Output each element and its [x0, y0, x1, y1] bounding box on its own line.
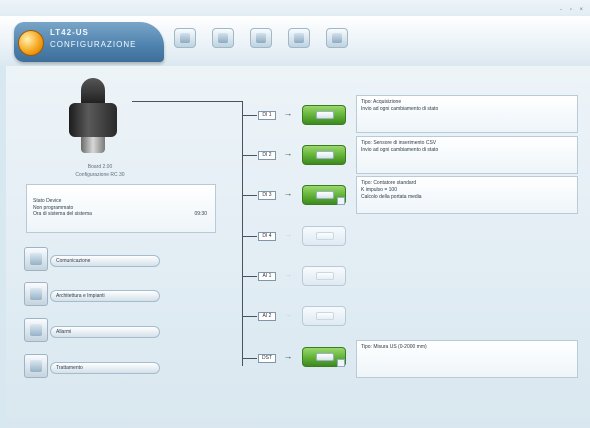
toggle-icon — [316, 111, 334, 119]
channel-module[interactable] — [302, 226, 346, 246]
device-status-box: Stato Device Non programmato Ora di sist… — [26, 184, 216, 233]
info-line: Tipo: Sensore di inserimento CSV — [361, 140, 437, 146]
arrow-right-icon: → — [283, 269, 293, 279]
arrow-right-icon: → — [283, 148, 293, 158]
open-icon[interactable] — [174, 28, 196, 48]
channel-module[interactable] — [302, 347, 346, 367]
nav-label[interactable]: Architettura e Impianti — [50, 290, 160, 302]
nav-label[interactable]: Comunicazione — [50, 255, 160, 267]
channel-module[interactable] — [302, 266, 346, 286]
treatment-icon — [24, 354, 48, 378]
nav-alarms[interactable]: Allarmi — [24, 318, 160, 342]
channel-info: Tipo: Misura US (0-2000 mm) — [356, 340, 578, 378]
toolbar — [174, 24, 374, 54]
channel-info: Tipo: Contatore standard K impulso = 100… — [356, 176, 578, 214]
channel-label: DI 2 — [258, 151, 276, 160]
info-line: K impulso = 100 — [361, 187, 397, 193]
status-line: Stato Device — [33, 198, 62, 204]
nav-label[interactable]: Allarmi — [50, 326, 160, 338]
info-line: Tipo: Contatore standard — [361, 180, 417, 186]
channel-info: Tipo: Acquisizione Invio ad ogni cambiam… — [356, 95, 578, 133]
info-line: Calcolo della portata media — [361, 194, 422, 200]
nav-architecture[interactable]: Architettura e Impianti — [24, 282, 160, 306]
channel-info: Tipo: Sensore di inserimento CSV Invio a… — [356, 136, 578, 174]
save-icon[interactable] — [212, 28, 234, 48]
communication-icon — [24, 247, 48, 271]
architecture-icon — [24, 282, 48, 306]
channel-label: DI 3 — [258, 191, 276, 200]
distance-sensor-icon — [316, 353, 334, 361]
arrow-right-icon: → — [283, 108, 293, 118]
nav-communication[interactable]: Comunicazione — [24, 247, 160, 271]
toggle-icon — [316, 232, 334, 240]
status-time: 09:30 — [194, 211, 207, 217]
device-top-icon — [81, 78, 105, 106]
info-line: Invio ad ogni cambiamento di stato — [361, 106, 439, 112]
channel-label: DI 4 — [258, 232, 276, 241]
device-body-icon — [69, 103, 117, 137]
status-line: Ora di sistema del sistema — [33, 211, 92, 217]
info-line: Tipo: Acquisizione — [361, 99, 402, 105]
device-configuration: Configurazione RC 30 — [75, 172, 125, 178]
bus-branch — [243, 195, 257, 196]
channel-label: DST — [258, 354, 276, 363]
app-subtitle: CONFIGURAZIONE — [50, 40, 137, 49]
bus-branch — [243, 155, 257, 156]
channel-module[interactable] — [302, 145, 346, 165]
arrow-right-icon: → — [283, 351, 293, 361]
analog-icon — [316, 312, 334, 320]
app-logo-icon — [18, 30, 44, 56]
toggle-icon — [316, 151, 334, 159]
counter-box-icon — [337, 197, 345, 205]
analog-icon — [316, 272, 334, 280]
bus-branch — [243, 115, 257, 116]
app-title: LT42-US — [50, 28, 89, 37]
sync-icon[interactable] — [250, 28, 272, 48]
arrow-right-icon: → — [283, 229, 293, 239]
device-image — [63, 78, 123, 158]
bus-horizontal — [132, 101, 243, 102]
info-line: Invio ad ogni cambiamento di stato — [361, 147, 439, 153]
brand-logo-block: LT42-US CONFIGURAZIONE — [14, 22, 164, 62]
device-base-icon — [81, 137, 105, 153]
device-name: Board 2.00 — [87, 164, 113, 170]
tools-icon[interactable] — [326, 28, 348, 48]
bus-branch — [243, 276, 257, 277]
distance-box-icon — [337, 359, 345, 367]
channel-label: DI 1 — [258, 111, 276, 120]
channel-module[interactable] — [302, 105, 346, 125]
nav-treatment[interactable]: Trattamento — [24, 354, 160, 378]
arrow-right-icon: → — [283, 309, 293, 319]
nav-label[interactable]: Trattamento — [50, 362, 160, 374]
bus-vertical — [242, 101, 243, 366]
bus-branch — [243, 358, 257, 359]
info-line: Tipo: Misura US (0-2000 mm) — [361, 344, 427, 350]
alarm-icon — [24, 318, 48, 342]
arrow-right-icon: → — [283, 188, 293, 198]
bus-branch — [243, 316, 257, 317]
channel-label: AI 2 — [258, 312, 276, 321]
channel-label: AI 1 — [258, 272, 276, 281]
monitor-icon[interactable] — [288, 28, 310, 48]
counter-icon — [316, 191, 334, 199]
channel-module[interactable] — [302, 306, 346, 326]
bus-branch — [243, 236, 257, 237]
channel-module[interactable] — [302, 185, 346, 205]
